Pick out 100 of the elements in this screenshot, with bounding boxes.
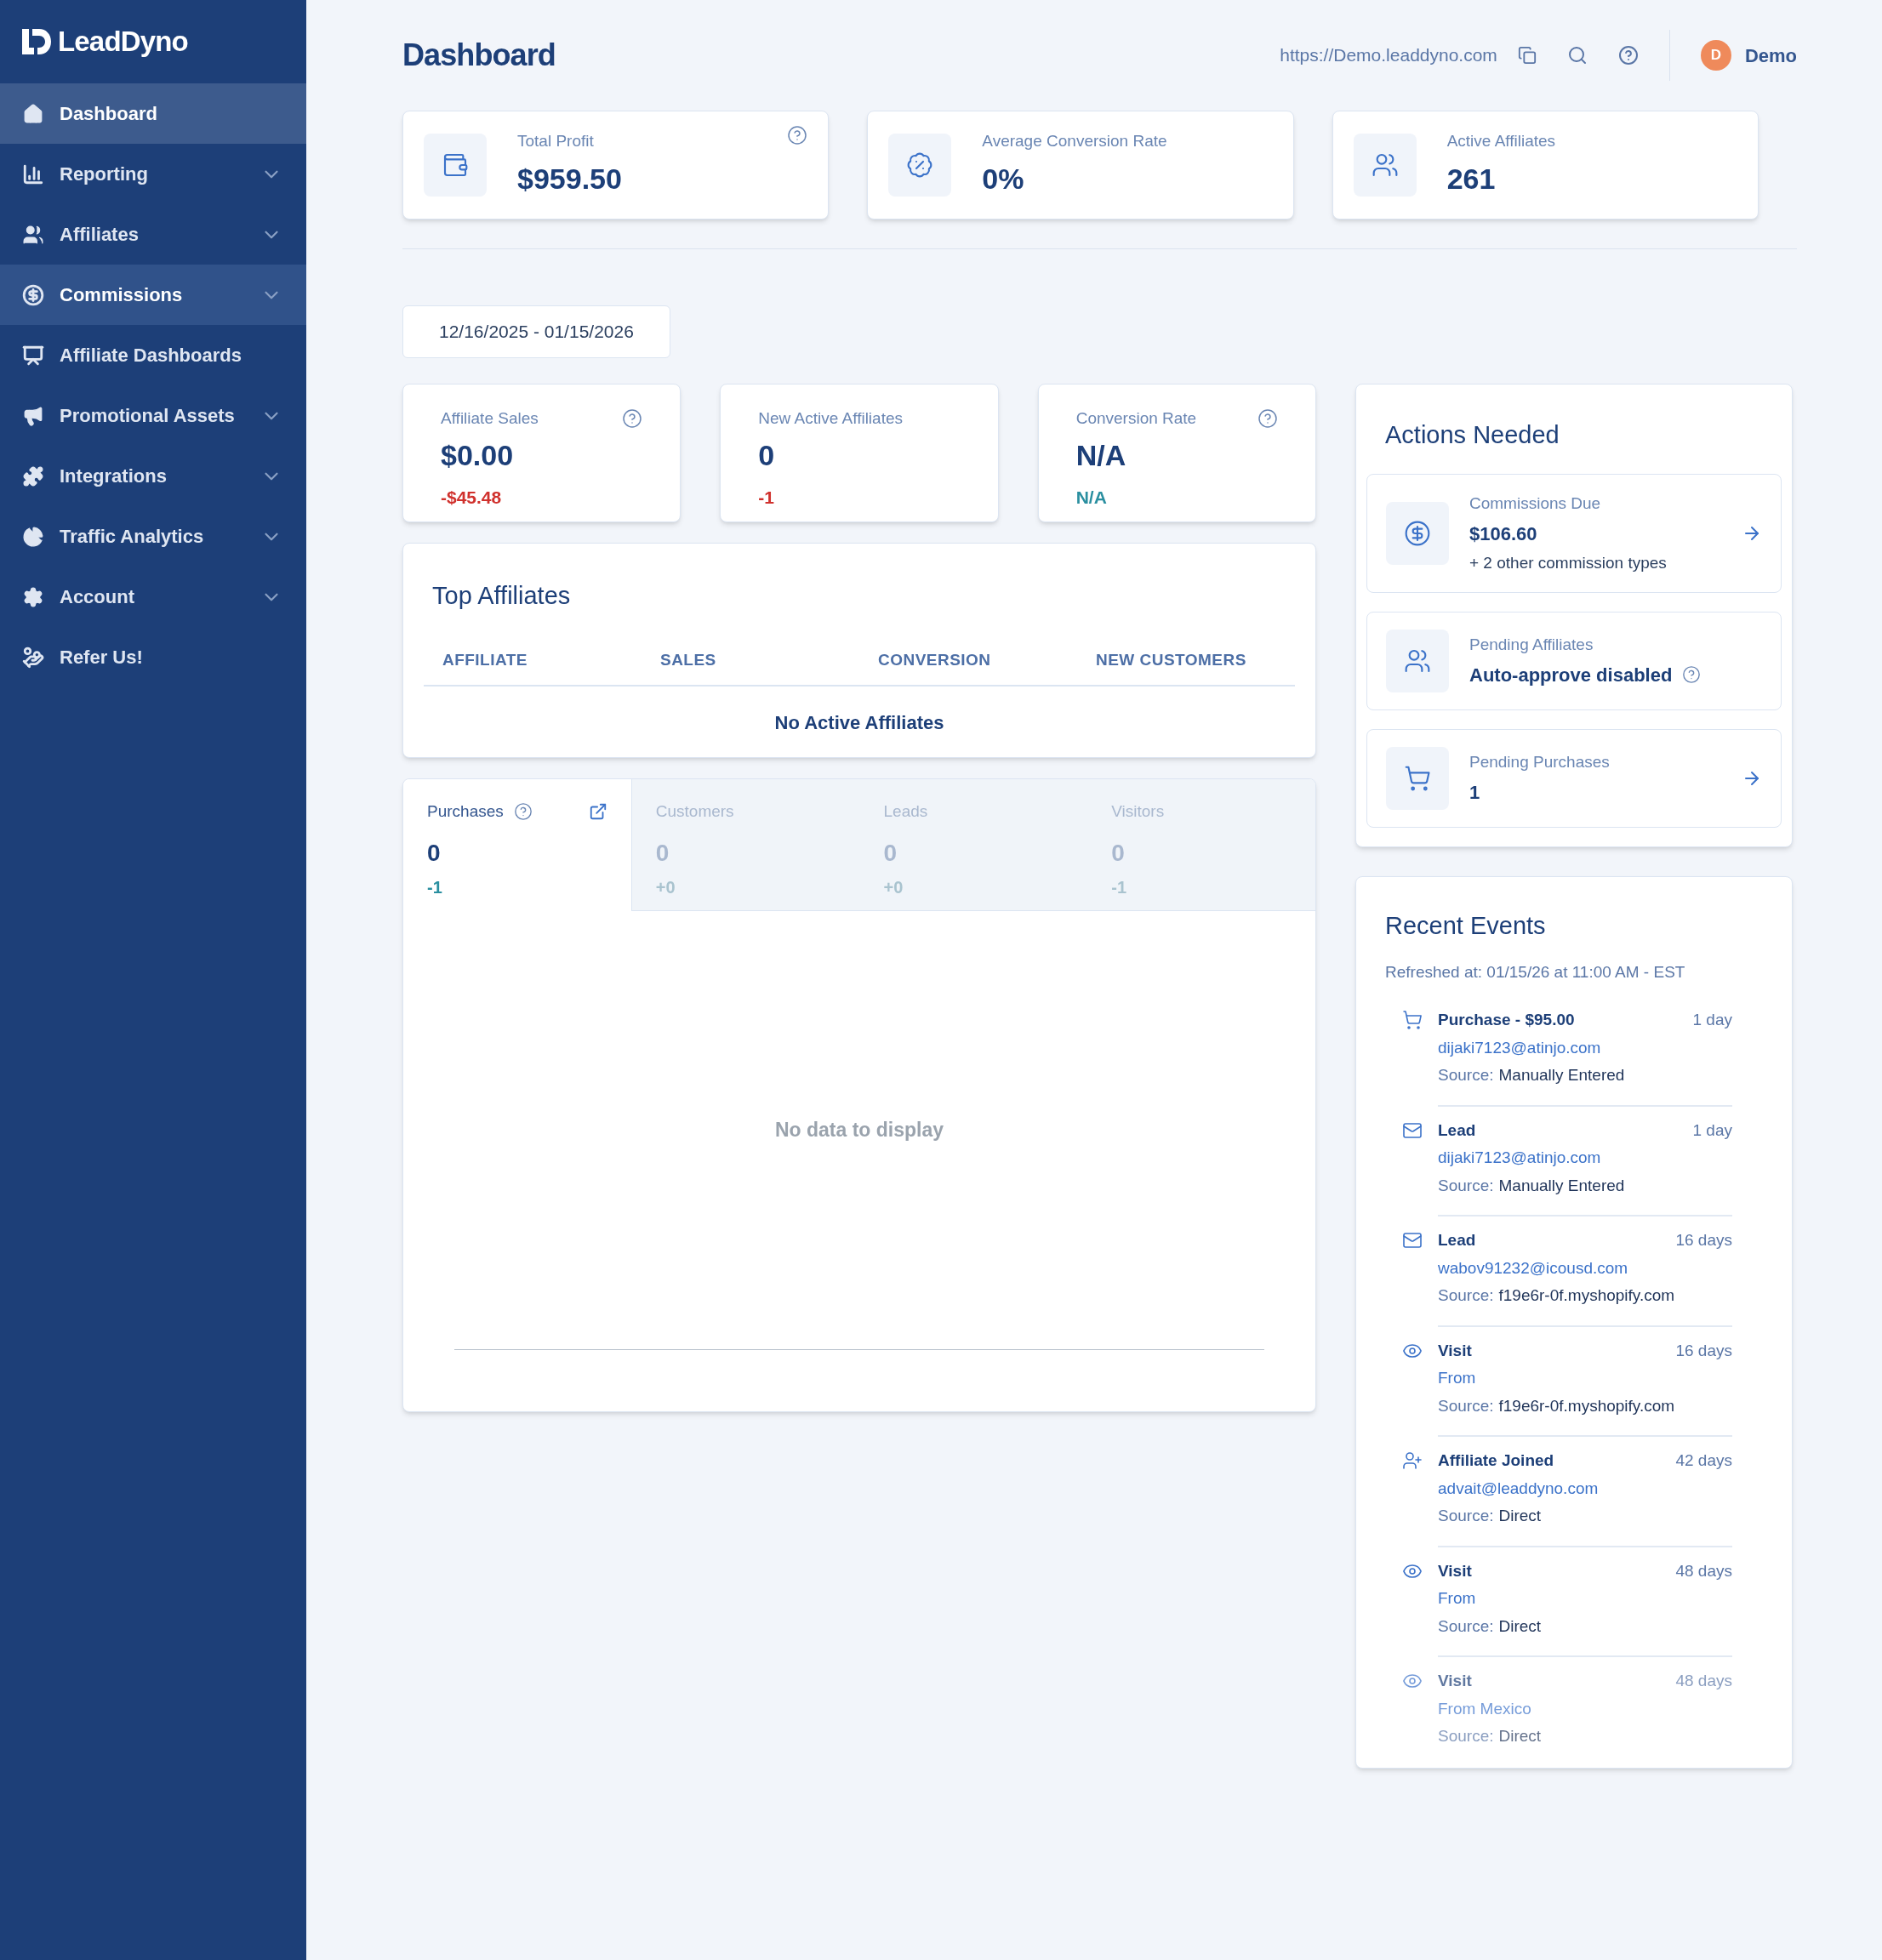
tab-value: 0 [427,839,442,868]
tab-label: Customers [655,801,734,822]
site-url[interactable]: https://Demo.leaddyno.com [1280,42,1497,69]
nav-item[interactable]: Commissions [0,265,306,325]
help-icon[interactable] [1617,45,1639,66]
card-title: Actions Needed [1384,419,1560,450]
help-icon[interactable] [1682,665,1702,685]
nav-label: Dashboard [60,102,158,126]
dollar-icon [22,283,44,306]
empty-message: No Active Affiliates [773,710,945,735]
tab-label: Leads [883,801,928,822]
metric-change: N/A [1075,487,1108,509]
nav-label: Integrations [60,464,168,488]
nav-item[interactable]: Reporting [0,144,306,204]
summary-value: $959.50 [517,161,623,197]
nav-label: Traffic Analytics [60,525,205,549]
nav-label: Refer Us! [60,646,144,669]
event-title: Affiliate Joined [1438,1450,1554,1471]
dollar-icon [1404,520,1431,547]
column-header: NEW CUSTOMERS [1095,650,1247,670]
page-title: Dashboard [402,37,556,74]
source-value: f19e6r-0f.myshopify.com [1498,1285,1675,1306]
nav-label: Affiliate Dashboards [60,344,242,368]
nav-label: Commissions [60,283,184,307]
source-value: Manually Entered [1498,1175,1625,1196]
external-link-icon[interactable] [588,801,607,821]
tab-change: +0 [883,877,904,898]
tab-label: Visitors [1111,801,1165,822]
source-label: Source: [1438,1615,1494,1637]
metric-tab[interactable]: Purchases 0 -1 [403,778,632,911]
action-item[interactable]: Pending Purchases 1 [1366,729,1782,828]
percent-badge-icon [906,151,934,179]
gear-icon [22,585,44,608]
summary-value: 261 [1446,161,1497,197]
action-note: + 2 other commission types [1469,552,1668,573]
help-icon[interactable] [787,125,808,145]
nav-label: Reporting [60,162,149,186]
tab-value: 0 [1111,839,1126,868]
nav-item[interactable]: Affiliate Dashboards [0,325,306,385]
help-icon[interactable] [1258,407,1278,429]
event-time: 16 days [1675,1230,1732,1251]
search-icon[interactable] [1566,45,1588,66]
users-icon [1404,647,1431,675]
event-time: 1 day [1692,1010,1732,1030]
action-label: Pending Affiliates [1469,635,1594,656]
metric-value: 0 [758,438,776,473]
source-value: Direct [1498,1726,1542,1746]
event-time: 42 days [1675,1450,1732,1471]
source-value: f19e6r-0f.myshopify.com [1498,1395,1675,1416]
home-icon [22,102,44,125]
metric-change: -1 [758,487,775,509]
action-item[interactable]: Pending Affiliates Auto-approve disabled [1366,612,1782,710]
nav-label: Promotional Assets [60,404,236,428]
nav-item[interactable]: Dashboard [0,83,306,144]
hand-coin-icon [22,646,44,669]
source-label: Source: [1438,1285,1494,1306]
summary-label: Active Affiliates [1446,131,1557,152]
source-label: Source: [1438,1065,1494,1085]
date-range-field[interactable]: 12/16/2025 - 01/15/2026 [402,305,670,358]
tab-change: +0 [655,877,676,898]
card-title: Recent Events [1385,911,1547,941]
event-detail: wabov91232@icousd.com [1438,1257,1629,1279]
help-icon[interactable] [513,801,533,821]
event-time: 16 days [1675,1340,1732,1361]
cart-icon [1404,765,1431,792]
source-value: Manually Entered [1498,1065,1625,1085]
event-time: 48 days [1675,1671,1732,1691]
tab-value: 0 [655,839,670,868]
metric-label: Conversion Rate [1075,407,1197,429]
user-name[interactable]: Demo [1744,41,1797,70]
event-detail: dijaki7123@atinjo.com [1438,1037,1602,1058]
nav-item[interactable]: Integrations [0,446,306,506]
nav-item[interactable]: Refer Us! [0,627,306,687]
cart-icon [1402,1010,1423,1030]
source-value: Direct [1498,1506,1542,1526]
nav-item[interactable]: Traffic Analytics [0,506,306,567]
column-header: AFFILIATE [442,650,528,670]
wallet-icon [442,151,469,179]
card-title: Top Affiliates [431,580,572,611]
metric-value: $0.00 [441,438,515,473]
refresh-time: Refreshed at: 01/15/26 at 11:00 AM - EST [1385,961,1686,983]
summary-label: Total Profit [517,131,595,152]
column-header: CONVERSION [877,650,992,670]
metric-change: -$45.48 [441,487,503,509]
event-detail: From [1438,1368,1477,1388]
help-icon[interactable] [622,407,643,429]
tab-change: -1 [427,877,443,898]
nav-label: Affiliates [60,223,140,247]
event-detail: dijaki7123@atinjo.com [1438,1148,1602,1168]
tab-change: -1 [1111,877,1128,898]
tab-label: Purchases [427,801,504,822]
action-item[interactable]: Commissions Due $106.60 + 2 other commission types [1366,474,1782,593]
copy-icon[interactable] [1517,46,1537,65]
summary-value: 0% [982,161,1025,197]
nav-item[interactable]: Promotional Assets [0,385,306,446]
nav-item[interactable]: Account [0,567,306,627]
source-label: Source: [1438,1175,1494,1196]
event-title: Purchase - $95.00 [1438,1010,1575,1030]
nav-item[interactable]: Affiliates [0,204,306,265]
presentation-icon [22,344,44,367]
